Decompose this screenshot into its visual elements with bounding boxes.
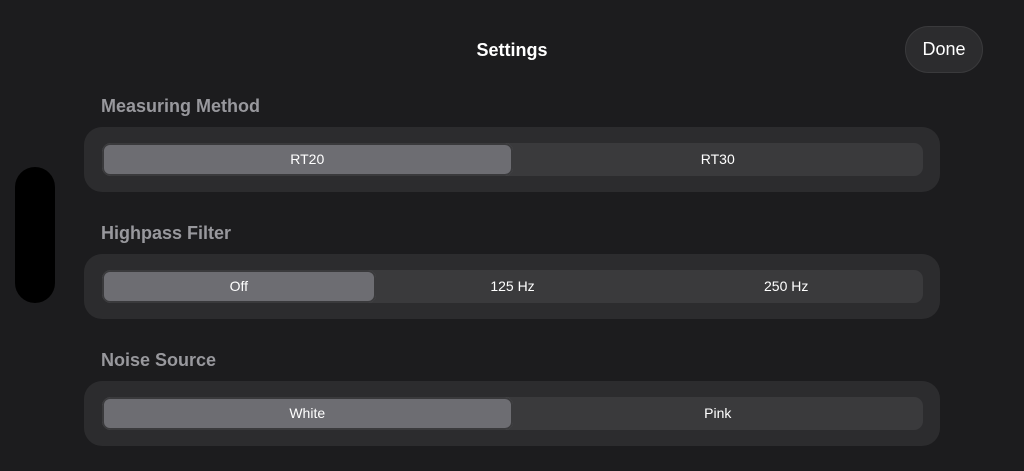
highpass-filter-segmented-control: Off 125 Hz 250 Hz [102,270,923,303]
measuring-method-segmented-control: RT20 RT30 [102,143,923,176]
noise-source-card: White Pink [84,381,940,446]
segment-125hz[interactable]: 125 Hz [376,270,650,303]
side-panel-handle[interactable] [15,167,55,303]
measuring-method-card: RT20 RT30 [84,127,940,192]
segment-250hz[interactable]: 250 Hz [649,270,923,303]
done-button[interactable]: Done [905,26,983,73]
section-title-noise-source: Noise Source [101,350,217,370]
segment-pink[interactable]: Pink [513,397,924,430]
noise-source-segmented-control: White Pink [102,397,923,430]
section-title-measuring-method: Measuring Method [101,96,261,116]
segment-off[interactable]: Off [102,270,376,303]
page-title: Settings [476,40,548,60]
highpass-filter-card: Off 125 Hz 250 Hz [84,254,940,319]
segment-white[interactable]: White [102,397,513,430]
segment-rt30[interactable]: RT30 [513,143,924,176]
section-title-highpass-filter: Highpass Filter [101,223,232,243]
segment-rt20[interactable]: RT20 [102,143,513,176]
